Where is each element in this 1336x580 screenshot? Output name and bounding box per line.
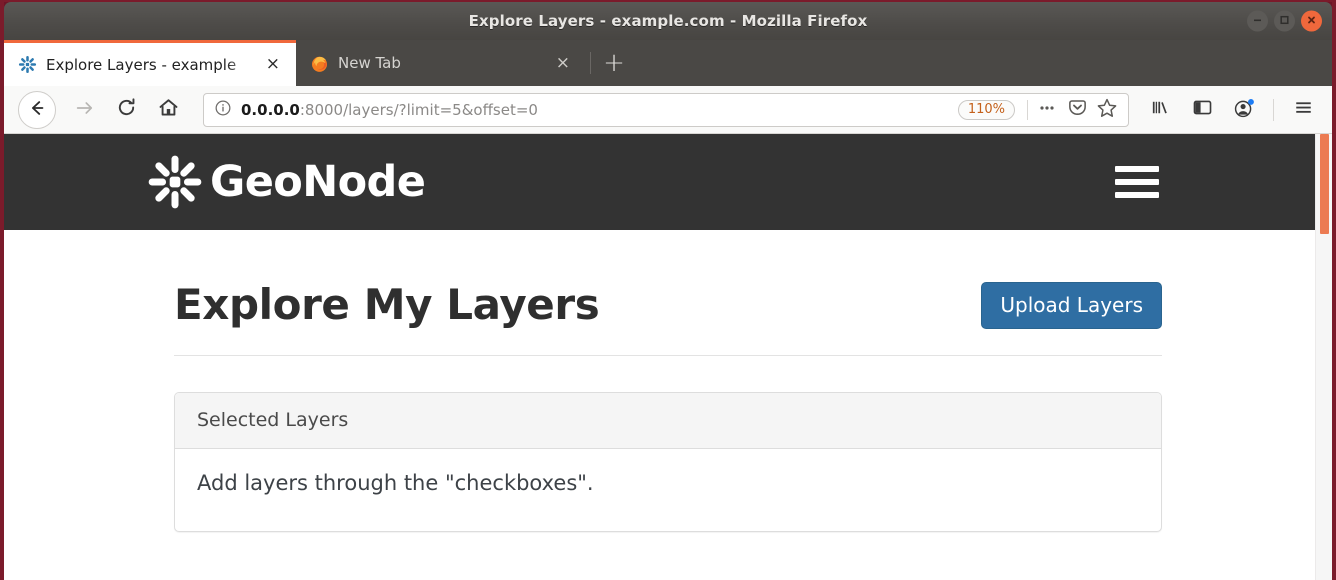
page-content: Explore My Layers Upload Layers Selected… <box>4 230 1332 532</box>
hamburger-menu-icon <box>1293 97 1314 122</box>
menu-bar-2 <box>1115 179 1159 185</box>
tab-close-icon[interactable]: × <box>550 54 576 72</box>
home-icon <box>158 97 179 122</box>
site-menu-toggle[interactable] <box>1115 166 1159 198</box>
firefox-icon <box>310 54 329 73</box>
bookmark-button[interactable] <box>1092 95 1122 125</box>
close-icon <box>1306 15 1317 28</box>
library-button[interactable] <box>1143 93 1177 127</box>
close-button[interactable] <box>1301 10 1322 32</box>
tab-explore-layers[interactable]: Explore Layers - example × <box>4 40 296 86</box>
site-brand-name: GeoNode <box>210 156 426 207</box>
url-text[interactable]: 0.0.0.0:8000/layers/?limit=5&offset=0 <box>241 101 958 119</box>
page-info-icon[interactable] <box>214 99 232 121</box>
site-brand[interactable]: GeoNode <box>146 153 426 211</box>
window-titlebar: Explore Layers - example.com - Mozilla F… <box>4 2 1332 40</box>
url-path: :8000/layers/?limit=5&offset=0 <box>299 100 538 119</box>
reload-icon <box>116 97 137 122</box>
forward-button[interactable] <box>67 93 101 127</box>
navigation-toolbar: 0.0.0.0:8000/layers/?limit=5&offset=0 11… <box>4 86 1332 134</box>
back-arrow-icon <box>27 98 47 122</box>
library-icon <box>1150 97 1171 122</box>
tab-close-icon[interactable]: × <box>260 56 286 73</box>
tab-new-tab[interactable]: New Tab × <box>296 40 586 86</box>
tab-label: New Tab <box>338 54 401 72</box>
ellipsis-icon <box>1037 98 1057 122</box>
star-icon <box>1096 97 1118 123</box>
maximize-button[interactable] <box>1274 10 1295 32</box>
page-header-row: Explore My Layers Upload Layers <box>174 230 1162 356</box>
new-tab-button[interactable]: + <box>595 40 633 86</box>
geonode-logo-icon <box>146 153 204 211</box>
upload-layers-button[interactable]: Upload Layers <box>981 282 1162 329</box>
minimize-button[interactable] <box>1247 10 1268 32</box>
menu-bar-1 <box>1115 166 1159 172</box>
panel-body: Add layers through the "checkboxes". <box>175 449 1161 531</box>
geonode-favicon-icon <box>18 55 37 74</box>
app-menu-button[interactable] <box>1286 93 1320 127</box>
minimize-icon <box>1252 15 1263 28</box>
window-title: Explore Layers - example.com - Mozilla F… <box>468 12 868 30</box>
forward-arrow-icon <box>74 98 94 122</box>
page-actions-button[interactable] <box>1032 95 1062 125</box>
page-scrollbar-thumb[interactable] <box>1320 134 1329 234</box>
account-button[interactable] <box>1227 93 1261 127</box>
panel-title: Selected Layers <box>197 409 349 431</box>
zoom-level-badge[interactable]: 110% <box>957 99 1015 120</box>
page-viewport: GeoNode Explore My Layers Upload Layers … <box>4 134 1332 580</box>
toolbar-divider <box>1273 98 1274 121</box>
toolbar-right-group <box>1139 93 1324 127</box>
tab-label: Explore Layers - example <box>46 55 237 74</box>
menu-bar-3 <box>1115 192 1159 198</box>
firefox-window: Explore Layers - example.com - Mozilla F… <box>0 0 1336 580</box>
back-button[interactable] <box>18 90 56 129</box>
page-title: Explore My Layers <box>174 280 600 330</box>
window-controls <box>1247 10 1322 32</box>
panel-empty-message: Add layers through the "checkboxes". <box>197 471 594 495</box>
page-scrollbar[interactable] <box>1315 134 1332 580</box>
url-bar[interactable]: 0.0.0.0:8000/layers/?limit=5&offset=0 11… <box>203 92 1129 127</box>
sidebar-button[interactable] <box>1185 93 1219 127</box>
tab-strip: Explore Layers - example × New Tab × + <box>4 40 1332 86</box>
tab-divider <box>590 52 591 74</box>
account-icon <box>1233 97 1255 123</box>
sidebar-icon <box>1192 97 1213 122</box>
home-button[interactable] <box>151 93 185 127</box>
panel-header: Selected Layers <box>175 393 1161 449</box>
reload-button[interactable] <box>109 93 143 127</box>
site-header: GeoNode <box>4 134 1332 230</box>
selected-layers-panel: Selected Layers Add layers through the "… <box>174 392 1162 532</box>
maximize-icon <box>1279 15 1290 28</box>
pocket-icon <box>1067 97 1088 122</box>
urlbar-divider <box>1027 99 1028 120</box>
pocket-button[interactable] <box>1062 95 1092 125</box>
url-host: 0.0.0.0 <box>241 100 300 119</box>
